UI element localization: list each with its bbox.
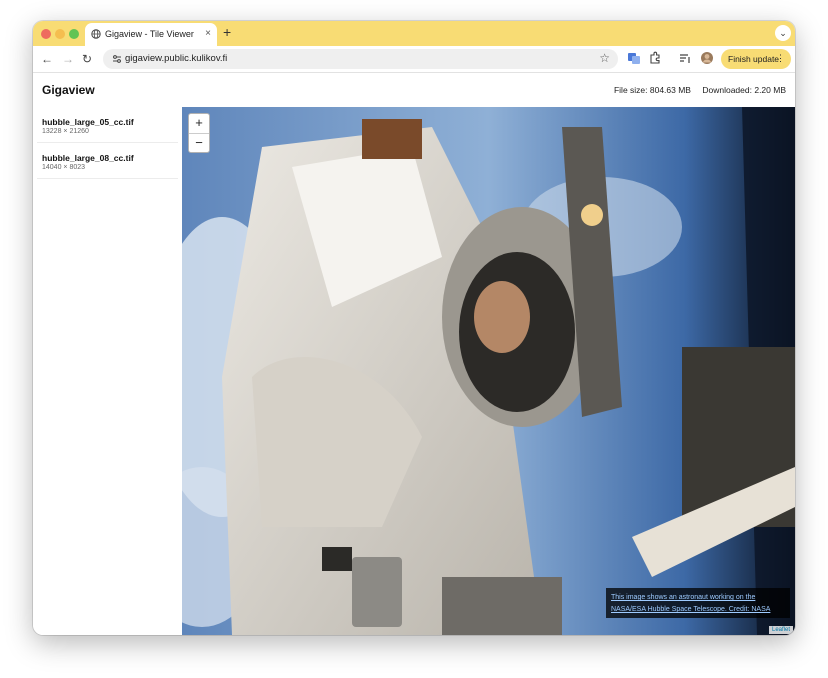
file-dimensions: 14040 × 8023 [42, 164, 86, 171]
more-menu-icon: ⋮ [776, 53, 785, 63]
finish-update-button[interactable]: Finish update ⋮ [721, 49, 791, 69]
finish-update-label: Finish update [728, 54, 780, 64]
reading-list-icon[interactable] [678, 51, 692, 65]
file-name: hubble_large_08_cc.tif [42, 153, 134, 163]
file-item-hubble-08[interactable]: hubble_large_08_cc.tif 14040 × 8023 [37, 143, 178, 179]
minimize-window-button[interactable] [55, 29, 65, 39]
file-name: hubble_large_05_cc.tif [42, 117, 134, 127]
profile-avatar[interactable] [700, 51, 714, 65]
bookmark-star-icon[interactable]: ☆ [599, 51, 610, 65]
browser-toolbar: ← → ↻ gigaview.public.kulikov.fi ☆ Finis… [33, 46, 795, 72]
close-tab-icon[interactable]: × [205, 28, 211, 39]
site-settings-icon[interactable] [111, 53, 123, 65]
file-item-hubble-05[interactable]: hubble_large_05_cc.tif 13228 × 21260 [37, 107, 178, 143]
globe-icon [91, 29, 101, 39]
close-window-button[interactable] [41, 29, 51, 39]
tab-title: Gigaview - Tile Viewer [105, 29, 194, 39]
caption-line-1[interactable]: This image shows an astronaut working on… [611, 592, 790, 604]
file-list: hubble_large_05_cc.tif 13228 × 21260 hub… [33, 107, 182, 635]
astronaut-image[interactable] [182, 107, 795, 635]
url-text[interactable]: gigaview.public.kulikov.fi [125, 53, 227, 64]
browser-window: Gigaview - Tile Viewer × + ⌄ ← → ↻ gigav… [33, 21, 795, 635]
forward-button[interactable]: → [62, 52, 74, 66]
download-stats: File size: 804.63 MB Downloaded: 2.20 MB [605, 85, 786, 95]
extensions-icon[interactable] [648, 51, 662, 65]
translate-icon[interactable] [627, 51, 641, 65]
reload-button[interactable]: ↻ [82, 52, 92, 66]
maximize-window-button[interactable] [69, 29, 79, 39]
file-size-text: File size: 804.63 MB [613, 85, 691, 95]
zoom-control: + − [188, 113, 210, 153]
zoom-in-button[interactable]: + [189, 114, 209, 134]
back-button[interactable]: ← [41, 52, 53, 66]
active-tab[interactable]: Gigaview - Tile Viewer × [85, 23, 217, 46]
app-header: Gigaview File size: 804.63 MB Downloaded… [33, 73, 795, 107]
leaflet-attribution[interactable]: Leaflet [768, 626, 793, 634]
tab-bar: Gigaview - Tile Viewer × + ⌄ [33, 21, 795, 46]
address-bar[interactable]: gigaview.public.kulikov.fi ☆ [103, 49, 618, 69]
image-caption[interactable]: This image shows an astronaut working on… [606, 588, 790, 618]
caption-line-2[interactable]: NASA/ESA Hubble Space Telescope. Credit:… [611, 604, 790, 616]
app-title: Gigaview [42, 83, 95, 97]
zoom-out-button[interactable]: − [189, 134, 209, 153]
new-tab-button[interactable]: + [223, 24, 231, 40]
image-viewer[interactable]: + − This image shows an astronaut workin… [182, 107, 795, 635]
tab-search-button[interactable]: ⌄ [775, 25, 791, 41]
file-dimensions: 13228 × 21260 [42, 128, 89, 135]
downloaded-text: Downloaded: 2.20 MB [702, 85, 786, 95]
